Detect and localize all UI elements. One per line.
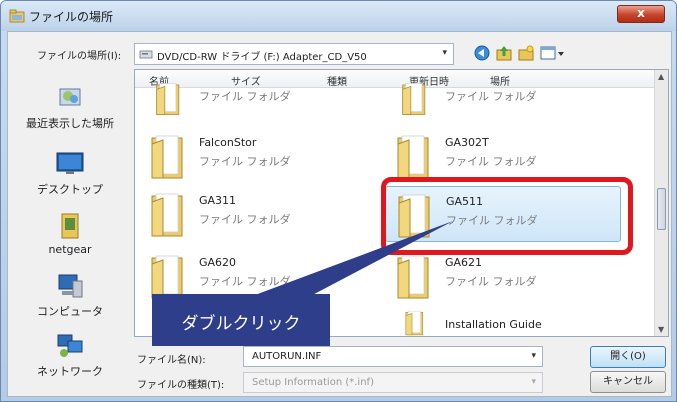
views-menu-icon[interactable] <box>539 44 565 62</box>
place-label: netgear <box>48 243 92 256</box>
place-network[interactable]: ネットワーク <box>11 329 129 379</box>
file-type-value: Setup Information (*.inf) <box>252 377 374 388</box>
desktop-icon <box>56 152 84 174</box>
places-bar: 最近表示した場所 デスクトップ netgear コンピュータ ネットワーク <box>11 71 129 393</box>
file-name-label: ファイル名(N): <box>137 355 206 366</box>
folder-icon <box>151 135 183 179</box>
window-title: ファイルの場所 <box>29 10 114 24</box>
file-type: ファイル フォルダ <box>199 213 291 226</box>
place-label: コンピュータ <box>37 305 103 318</box>
open-file-dialog: ファイルの場所 x ファイルの場所(I): DVD/CD-RW ドライブ (F:… <box>0 0 677 402</box>
list-item[interactable]: FalconStor ファイル フォルダ <box>139 128 379 184</box>
folder-icon <box>397 255 429 299</box>
file-name-input[interactable]: AUTORUN.INF ▾ <box>243 346 543 367</box>
up-folder-icon[interactable] <box>495 44 513 62</box>
file-type: ファイル フォルダ <box>199 155 291 168</box>
file-name: FalconStor <box>199 136 257 149</box>
folder-icon <box>397 135 429 179</box>
highlight-box <box>381 177 633 255</box>
close-button[interactable]: x <box>617 5 665 23</box>
look-in-label: ファイルの場所(I): <box>37 51 122 62</box>
look-in-combobox[interactable]: DVD/CD-RW ドライブ (F:) Adapter_CD_V50 ▾ <box>134 43 454 65</box>
chevron-down-icon[interactable]: ▾ <box>442 48 447 58</box>
file-type-label: ファイルの種類(T): <box>137 380 225 391</box>
list-item[interactable]: ファイル フォルダ <box>385 78 625 118</box>
network-icon <box>57 334 83 357</box>
place-label: ネットワーク <box>37 365 103 378</box>
file-name: Installation Guide <box>445 318 542 331</box>
back-globe-icon[interactable] <box>473 44 491 62</box>
place-computer[interactable]: コンピュータ <box>11 269 129 319</box>
folder-icon <box>156 83 180 115</box>
list-item[interactable]: GA621 ファイル フォルダ <box>385 248 625 304</box>
file-type: ファイル フォルダ <box>445 90 537 103</box>
file-type-select[interactable]: Setup Information (*.inf) ▾ <box>243 372 543 393</box>
scroll-up-icon[interactable]: ▲ <box>658 72 664 81</box>
dvd-drive-icon <box>139 50 153 59</box>
place-label: 最近表示した場所 <box>26 117 114 130</box>
title-bar[interactable]: ファイルの場所 x <box>1 1 676 31</box>
folder-icon <box>402 83 426 115</box>
new-folder-icon[interactable] <box>517 44 535 62</box>
file-name: GA620 <box>199 256 237 269</box>
recent-places-icon <box>59 88 81 106</box>
file-type: ファイル フォルダ <box>199 275 291 288</box>
cancel-button[interactable]: キャンセル <box>590 371 666 393</box>
file-type: ファイル フォルダ <box>445 275 537 288</box>
folder-search-icon <box>9 9 25 23</box>
place-recent[interactable]: 最近表示した場所 <box>11 81 129 131</box>
file-type: ファイル フォルダ <box>199 90 291 103</box>
folder-icon <box>151 193 183 237</box>
file-name: GA621 <box>445 256 483 269</box>
list-item[interactable]: Installation Guide <box>385 306 625 336</box>
scroll-thumb[interactable] <box>657 188 666 230</box>
folder-icon <box>405 310 424 336</box>
callout-text: ダブルクリック <box>181 314 301 334</box>
file-type: ファイル フォルダ <box>445 155 537 168</box>
callout-label: ダブルクリック <box>152 294 330 346</box>
look-in-value: DVD/CD-RW ドライブ (F:) Adapter_CD_V50 <box>157 52 367 63</box>
place-desktop[interactable]: デスクトップ <box>11 147 129 197</box>
place-netgear[interactable]: netgear <box>11 209 129 256</box>
list-item[interactable]: ファイル フォルダ <box>139 78 379 118</box>
scroll-down-icon[interactable]: ▼ <box>658 325 664 334</box>
vertical-scrollbar[interactable]: ▲ ▼ <box>654 70 668 336</box>
list-item[interactable]: GA311 ファイル フォルダ <box>139 186 379 242</box>
file-name-value: AUTORUN.INF <box>252 351 322 362</box>
file-name: GA311 <box>199 194 237 207</box>
place-label: デスクトップ <box>37 183 103 196</box>
file-name: GA302T <box>445 136 489 149</box>
computer-icon <box>58 274 83 298</box>
list-item[interactable]: GA302T ファイル フォルダ <box>385 128 625 184</box>
chevron-down-icon[interactable]: ▾ <box>531 377 536 387</box>
open-button[interactable]: 開く(O) <box>590 346 666 368</box>
chevron-down-icon[interactable]: ▾ <box>531 351 536 361</box>
user-folder-icon <box>61 213 79 239</box>
